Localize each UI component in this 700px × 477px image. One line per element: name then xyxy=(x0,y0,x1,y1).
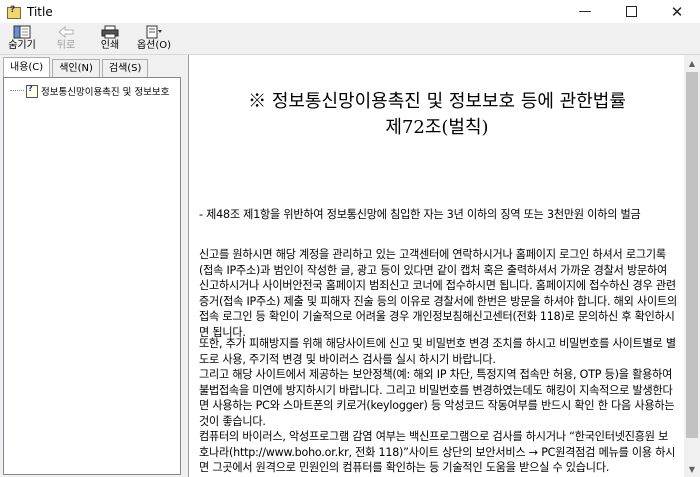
scroll-down-button[interactable]: ▼ xyxy=(684,461,700,477)
back-button[interactable]: 뒤로 xyxy=(44,23,88,54)
maximize-button[interactable] xyxy=(608,0,654,23)
topic-content: ※ 정보통신망이용촉진 및 정보보호 등에 관한법률 제72조(벌칙) - 제4… xyxy=(188,55,685,477)
tree-connector xyxy=(10,90,24,92)
tree-item[interactable]: ? 정보통신망이용촉진 및 정보보호 xyxy=(10,84,169,98)
tab-contents[interactable]: 내용(C) xyxy=(3,57,51,77)
hide-button-label: 숨기기 xyxy=(8,40,36,51)
toolbar: 숨기기 뒤로 인쇄 옵션(O) xyxy=(0,23,700,54)
help-topic-icon: ? xyxy=(26,84,38,98)
minimize-button[interactable]: — xyxy=(562,0,608,23)
topic-title-line-2: 제72조(벌칙) xyxy=(385,117,489,138)
navigation-pane: 내용(C) 색인(N) 검색(S) ? 정보통신망이용촉진 및 정보보호 xyxy=(0,55,183,477)
back-button-label: 뒤로 xyxy=(56,40,76,51)
chevron-down-icon: ▼ xyxy=(688,464,696,474)
print-button-label: 인쇄 xyxy=(100,40,120,51)
close-button[interactable]: ✕ xyxy=(654,0,700,23)
options-button[interactable]: 옵션(O) xyxy=(132,23,176,54)
help-book-icon: ? xyxy=(7,5,21,19)
prevention-paragraph: 또한, 추가 피해방지를 위해 해당사이트에 신고 및 비밀번호 변경 조치를 … xyxy=(199,337,676,474)
chevron-up-icon: ▲ xyxy=(688,58,696,68)
navigation-tabs: 내용(C) 색인(N) 검색(S) xyxy=(3,57,150,77)
contents-tree: ? 정보통신망이용촉진 및 정보보호 xyxy=(3,77,181,475)
topic-title: ※ 정보통신망이용촉진 및 정보보호 등에 관한법률 제72조(벌칙) xyxy=(189,89,685,141)
tab-search[interactable]: 검색(S) xyxy=(101,59,149,77)
options-button-label: 옵션(O) xyxy=(136,40,172,51)
tab-index[interactable]: 색인(N) xyxy=(52,59,100,77)
hide-pane-icon xyxy=(13,25,31,39)
scroll-up-button[interactable]: ▲ xyxy=(684,55,700,71)
maximize-icon xyxy=(625,6,637,17)
print-button[interactable]: 인쇄 xyxy=(88,23,132,54)
hide-button[interactable]: 숨기기 xyxy=(0,23,44,54)
penalty-clause: - 제48조 제1항을 위반하여 정보통신망에 침입한 자는 3년 이하의 징역… xyxy=(199,208,641,221)
window-title: Title xyxy=(27,4,53,19)
printer-icon xyxy=(101,25,119,39)
options-icon xyxy=(145,25,163,39)
window-controls: — ✕ xyxy=(562,0,700,23)
vertical-scrollbar[interactable]: ▲ ▼ xyxy=(684,55,700,477)
topic-title-line-1: ※ 정보통신망이용촉진 및 정보보호 등에 관한법률 xyxy=(248,91,626,112)
back-arrow-icon xyxy=(58,25,74,39)
close-icon: ✕ xyxy=(670,2,684,21)
scrollbar-thumb[interactable] xyxy=(686,72,698,438)
title-bar: ? Title — ✕ xyxy=(0,0,700,23)
report-guidance-paragraph: 신고를 원하시면 해당 계정을 관리하고 있는 고객센터에 연락하시거나 홈페이… xyxy=(199,248,677,339)
tree-item-label: 정보통신망이용촉진 및 정보보호 xyxy=(41,87,170,98)
minimize-icon: — xyxy=(578,4,592,19)
